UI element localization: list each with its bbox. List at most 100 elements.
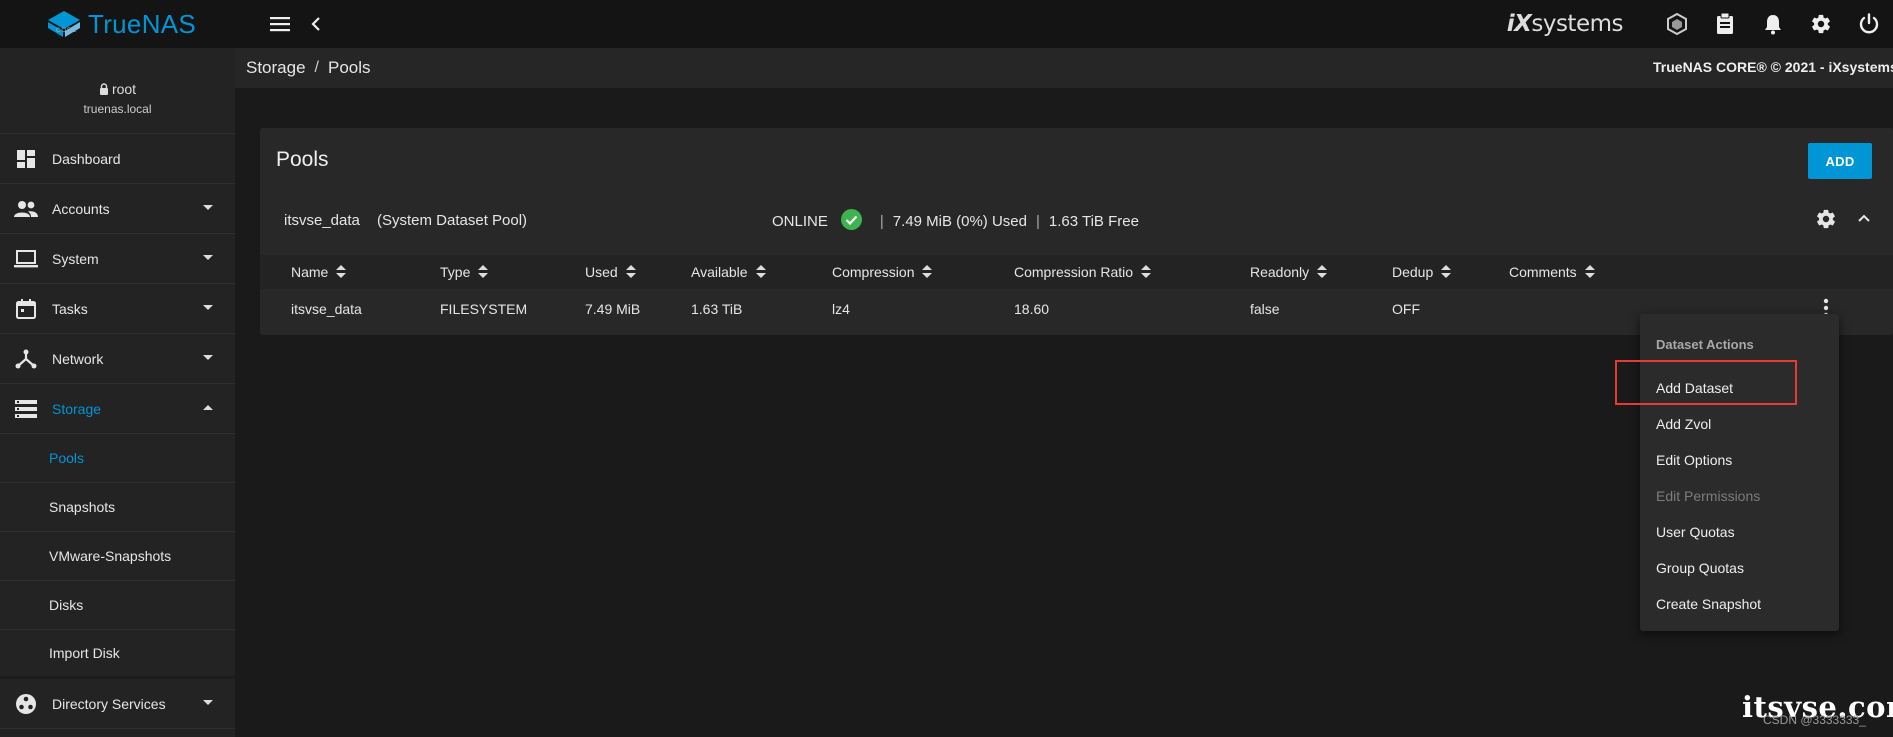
menu-icon[interactable] [256,0,304,48]
cell-readonly: false [1250,301,1280,317]
col-header-dedup[interactable]: Dedup [1392,264,1452,280]
credit-text: CSDN @3333333_ [1763,713,1866,727]
sidebar-item-tasks[interactable]: Tasks [0,284,235,334]
chevron-down-icon [203,205,213,210]
menu-item-add-zvol[interactable]: Add Zvol [1656,416,1711,432]
breadcrumb-pools: Pools [328,58,371,77]
sidebar-subitem-snapshots[interactable]: Snapshots [0,483,235,532]
menu-item-group-quotas[interactable]: Group Quotas [1656,560,1744,576]
sort-icon [1584,265,1595,279]
col-header-compression[interactable]: Compression [832,264,933,280]
sidebar-item-label: Accounts [52,200,110,217]
menu-item-create-snapshot[interactable]: Create Snapshot [1656,596,1761,612]
username: root [111,81,137,97]
sort-icon [625,265,636,279]
menu-title: Dataset Actions [1656,337,1754,352]
brand-name: TrueNAS [88,8,197,39]
sidebar-item-network[interactable]: Network [0,334,235,384]
cell-used: 7.49 MiB [585,301,641,317]
pool-name: itsvse_data [284,212,360,229]
pool-settings-gear-icon[interactable] [1815,208,1837,234]
pool-used: 7.49 MiB (0%) Used [892,212,1027,230]
sort-icon [755,265,766,279]
cell-compression-ratio: 18.60 [1014,301,1050,317]
cell-name: itsvse_data [291,301,362,317]
cell-available: 1.63 TiB [691,301,743,317]
sidebar-item-accounts[interactable]: Accounts [0,184,235,234]
page-title: Pools [276,148,329,171]
sidebar-item-storage[interactable]: Storage [0,384,235,434]
breadcrumb: Storage / Pools TrueNAS CORE® © 2021 - i… [235,48,1893,88]
col-header-comments[interactable]: Comments [1509,264,1595,280]
sort-icon [1441,265,1452,279]
user-info: root truenas.local [0,48,235,134]
menu-item-edit-options[interactable]: Edit Options [1656,452,1732,468]
back-chevron-icon[interactable] [304,0,328,48]
top-bar: TrueNAS CORE iXsystems [0,0,1893,48]
copyright-text: TrueNAS CORE® © 2021 - iXsystems, I [1653,59,1893,75]
sidebar-item-label: Dashboard [52,150,121,167]
sort-icon [1141,265,1152,279]
menu-item-user-quotas[interactable]: User Quotas [1656,524,1735,540]
sidebar-subitem-vmware-snapshots[interactable]: VMware-Snapshots [0,532,235,581]
truenas-logo-icon [48,11,80,37]
col-header-type[interactable]: Type [440,264,489,280]
pool-status-text: ONLINE [772,212,828,230]
sidebar-item-label: Network [52,350,104,367]
hostname: truenas.local [83,102,152,116]
chevron-down-icon [203,355,213,360]
notifications-icon[interactable] [1749,0,1797,48]
sidebar-item-system[interactable]: System [0,234,235,284]
system-icon [0,249,52,268]
chevron-up-icon [203,405,213,410]
sidebar-item-label: Storage [52,400,102,417]
sidebar-subitem-disks[interactable]: Disks [0,581,235,630]
directory-services-icon [0,693,52,715]
chevron-down-icon [203,700,213,705]
chevron-down-icon [203,255,213,260]
sidebar-item-label: System [52,250,99,267]
pool-status: ONLINE | 7.49 MiB (0%) Used | 1.63 TiB F… [772,209,1139,230]
cell-type: FILESYSTEM [440,301,528,317]
pool-header: itsvse_data (System Dataset Pool) ONLINE… [260,198,1893,242]
col-header-compression-ratio[interactable]: Compression Ratio [1014,264,1152,280]
sidebar-item-dashboard[interactable]: Dashboard [0,134,235,184]
tasks-icon [0,298,52,319]
truecommand-icon[interactable] [1653,0,1701,48]
pools-card: Pools ADD itsvse_data (System Dataset Po… [260,128,1893,335]
sidebar-subitem-pools[interactable]: Pools [0,434,235,483]
col-header-name[interactable]: Name [291,264,347,280]
brand-logo[interactable]: TrueNAS CORE [0,0,235,48]
chevron-down-icon [203,305,213,310]
storage-icon [0,399,52,418]
sidebar-item-label: Directory Services [52,695,166,712]
col-header-readonly[interactable]: Readonly [1250,264,1328,280]
pool-tag: (System Dataset Pool) [377,212,528,229]
sort-icon [1317,265,1328,279]
highlight-box [1615,360,1797,405]
ixsystems-logo: iXsystems [1506,11,1624,37]
dashboard-icon [0,149,52,169]
task-manager-icon[interactable] [1701,0,1749,48]
settings-icon[interactable] [1797,0,1845,48]
accounts-icon [0,200,52,218]
sort-icon [336,265,347,279]
col-header-available[interactable]: Available [691,264,766,280]
network-icon [0,349,52,369]
sort-icon [478,265,489,279]
col-header-used[interactable]: Used [585,264,636,280]
sidebar-item-directory-services[interactable]: Directory Services [0,679,235,729]
cell-compression: lz4 [832,301,850,317]
sort-icon [922,265,933,279]
brand-sub: CORE [56,28,78,34]
add-pool-button[interactable]: ADD [1808,143,1872,179]
breadcrumb-storage[interactable]: Storage [246,58,306,78]
sidebar: root truenas.local Dashboard Accounts Sy… [0,48,235,737]
power-icon[interactable] [1845,0,1893,48]
dataset-table-header: Name Type Used Available Compression Com… [260,255,1893,289]
chevron-up-icon[interactable] [1857,210,1871,227]
sidebar-subitem-import-disk[interactable]: Import Disk [0,630,235,679]
cell-dedup: OFF [1392,301,1420,317]
lock-icon [99,83,108,95]
breadcrumb-separator: / [314,59,319,76]
